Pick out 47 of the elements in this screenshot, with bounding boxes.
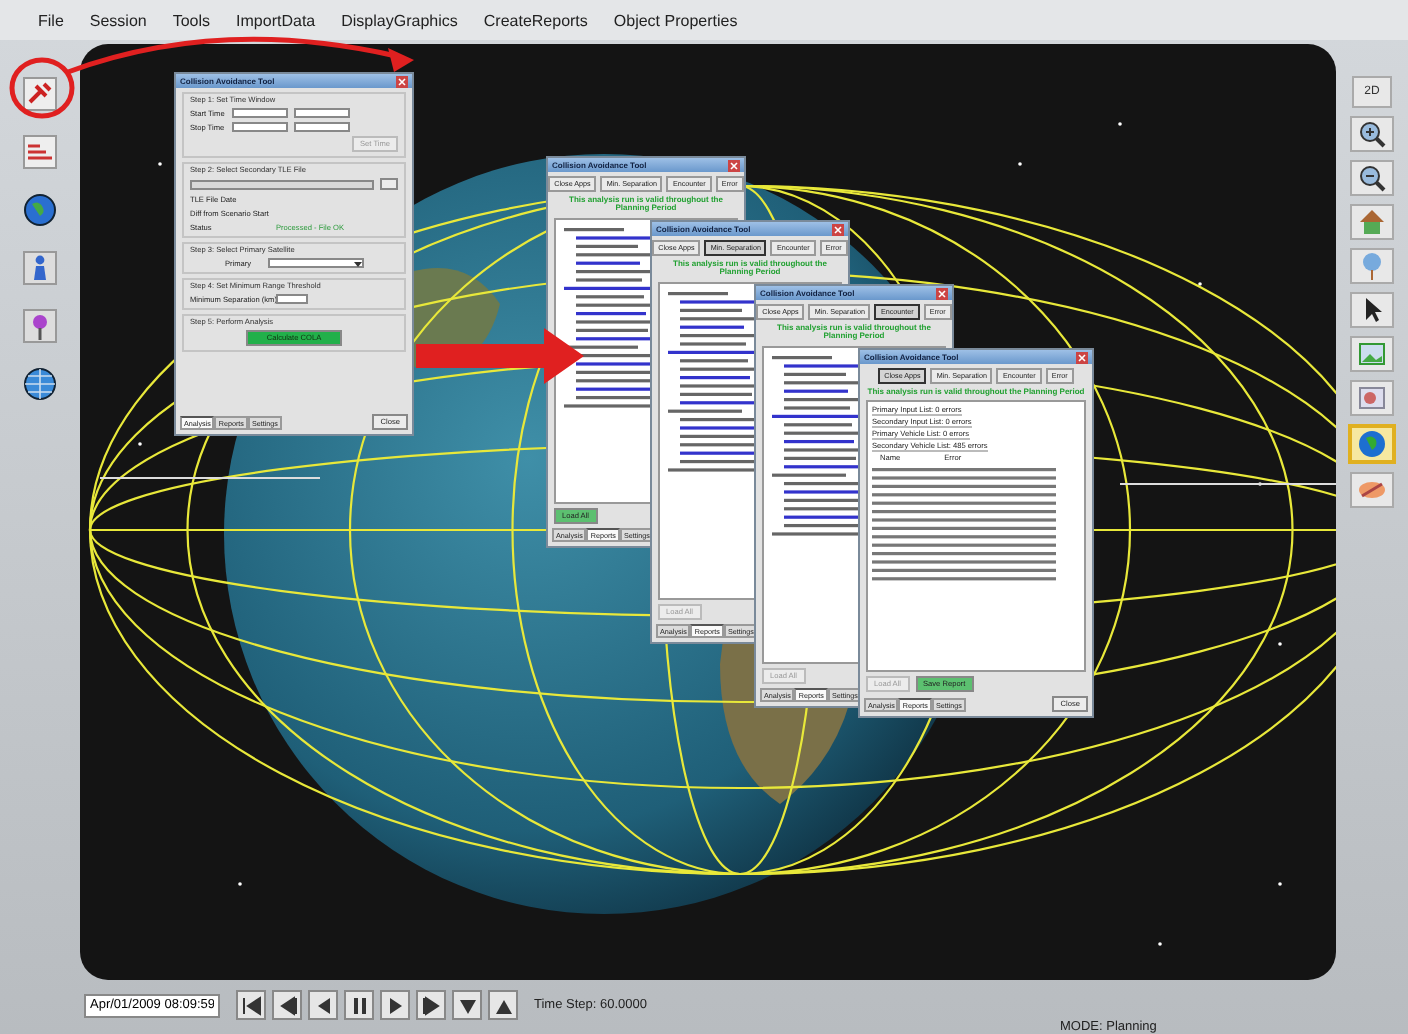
time-field[interactable]	[294, 108, 350, 118]
step-forward-icon	[419, 993, 443, 1017]
menu-item[interactable]: Tools	[172, 11, 211, 29]
toolbar-button[interactable]	[1350, 160, 1394, 196]
annotation-circle	[9, 57, 75, 119]
browse-button[interactable]	[380, 178, 398, 190]
menu-item[interactable]: File	[38, 11, 64, 29]
date-field[interactable]	[232, 108, 288, 118]
playback-button[interactable]	[380, 990, 410, 1020]
toolbar-button[interactable]	[18, 188, 62, 232]
playback-button[interactable]	[308, 990, 338, 1020]
playback-button[interactable]	[344, 990, 374, 1020]
menu-item[interactable]: DisplayGraphics	[341, 11, 458, 29]
toolbar-button[interactable]	[1350, 292, 1394, 328]
zoom-in-icon	[1356, 118, 1388, 150]
playback-button[interactable]	[416, 990, 446, 1020]
skip-start-icon	[239, 993, 263, 1017]
toolbar-button[interactable]	[1350, 116, 1394, 152]
time-field[interactable]	[294, 122, 350, 132]
playback-button[interactable]	[488, 990, 518, 1020]
house-icon	[1356, 206, 1388, 238]
menu-item[interactable]: CreateReports	[483, 11, 588, 29]
grid-globe-icon	[22, 366, 58, 402]
menu-item[interactable]: ImportData	[236, 11, 316, 29]
close-icon[interactable]	[832, 223, 844, 235]
separation-field[interactable]	[276, 294, 308, 304]
close-icon[interactable]	[396, 75, 408, 87]
close-icon[interactable]	[728, 159, 740, 171]
playback-button[interactable]	[452, 990, 482, 1020]
playback-button[interactable]	[236, 990, 266, 1020]
step-back-icon	[275, 993, 299, 1017]
date-field[interactable]	[232, 122, 288, 132]
figure-icon	[22, 250, 58, 286]
menu-item[interactable]: Session	[89, 11, 147, 29]
caret-icon	[353, 259, 361, 267]
close-icon[interactable]	[1076, 351, 1088, 363]
primary-dropdown[interactable]	[267, 258, 363, 268]
globe-icon	[22, 192, 58, 228]
close-icon[interactable]	[936, 287, 948, 299]
playback-button[interactable]	[272, 990, 302, 1020]
file-path-field[interactable]	[190, 179, 374, 189]
picture-icon	[1356, 338, 1388, 370]
picture-icon	[1356, 382, 1388, 414]
globe-icon	[1356, 428, 1388, 460]
zoom-out-icon	[1356, 162, 1388, 194]
toolbar-button[interactable]	[18, 362, 62, 406]
menu-item[interactable]: Object Properties	[613, 11, 738, 29]
